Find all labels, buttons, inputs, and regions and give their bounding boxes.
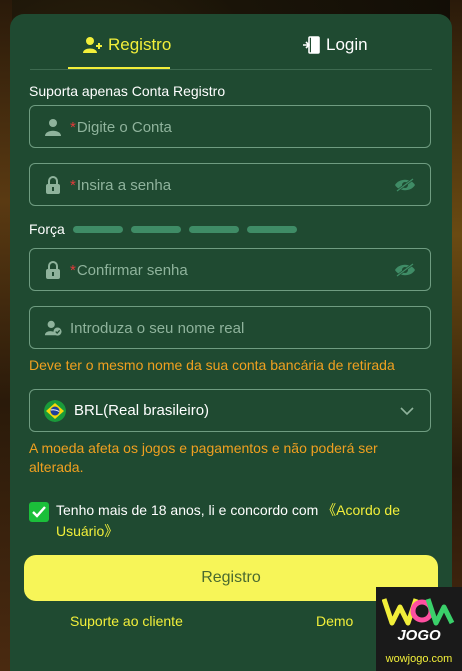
tab-divider [30,69,432,70]
tab-register[interactable]: Registro [82,30,171,60]
logo-url: wowjogo.com [385,653,453,665]
brazil-flag-icon [44,400,66,422]
demo-link[interactable]: Demo [316,613,353,629]
required-mark: * [70,177,76,194]
strength-bar [247,225,297,233]
customer-support-link[interactable]: Suporte ao cliente [70,613,183,629]
tab-register-label: Registro [108,35,172,54]
realname-placeholder: Introduza o seu nome real [70,320,245,337]
chevron-down-icon[interactable] [400,404,414,418]
user-check-icon [44,320,62,336]
agree-checkbox[interactable] [29,502,49,522]
eye-off-icon[interactable] [394,262,416,278]
confirm-password-field[interactable]: *Confirmar senha [29,248,431,291]
eye-off-icon[interactable] [394,177,416,193]
password-strength: Força [29,221,305,237]
confirm-placeholder: *Confirmar senha [70,262,188,279]
required-mark: * [70,119,76,136]
strength-bar [73,225,123,233]
lock-icon [46,176,60,194]
realname-hint: Deve ter o mesmo nome da sua conta bancá… [29,357,395,373]
support-note: Suporta apenas Conta Registro [29,83,226,99]
wowjogo-logo: JOGO wowjogo.com [376,587,462,671]
currency-hint: A moeda afeta os jogos e pagamentos e nã… [29,440,378,475]
agree-statement: Tenho mais de 18 anos, li e concordo com [56,502,323,518]
logo-jogo-text: JOGO [397,627,441,644]
user-plus-icon [83,37,102,53]
currency-select[interactable]: BRL(Real brasileiro) [29,389,431,432]
lock-icon [46,261,60,279]
user-icon [45,119,61,136]
account-field[interactable]: *Digite o Conta [29,105,431,148]
password-field[interactable]: *Insira a senha [29,163,431,206]
tab-login-label: Login [326,35,368,54]
strength-label: Força [29,221,65,237]
account-placeholder: *Digite o Conta [70,119,172,136]
wow-logo-mark [382,598,455,626]
currency-value: BRL(Real brasileiro) [74,402,210,419]
door-enter-icon [303,36,320,54]
register-modal: Registro Login Suporta apenas Conta Regi… [10,14,452,671]
strength-bar [189,225,239,233]
password-placeholder: *Insira a senha [70,177,172,194]
tab-login[interactable]: Login [302,30,368,60]
checkmark-icon [32,506,46,518]
required-mark: * [70,262,76,279]
tab-bar: Registro Login [10,14,452,70]
agree-text: Tenho mais de 18 anos, li e concordo com… [56,500,426,542]
realname-field[interactable]: Introduza o seu nome real [29,306,431,349]
strength-bar [131,225,181,233]
